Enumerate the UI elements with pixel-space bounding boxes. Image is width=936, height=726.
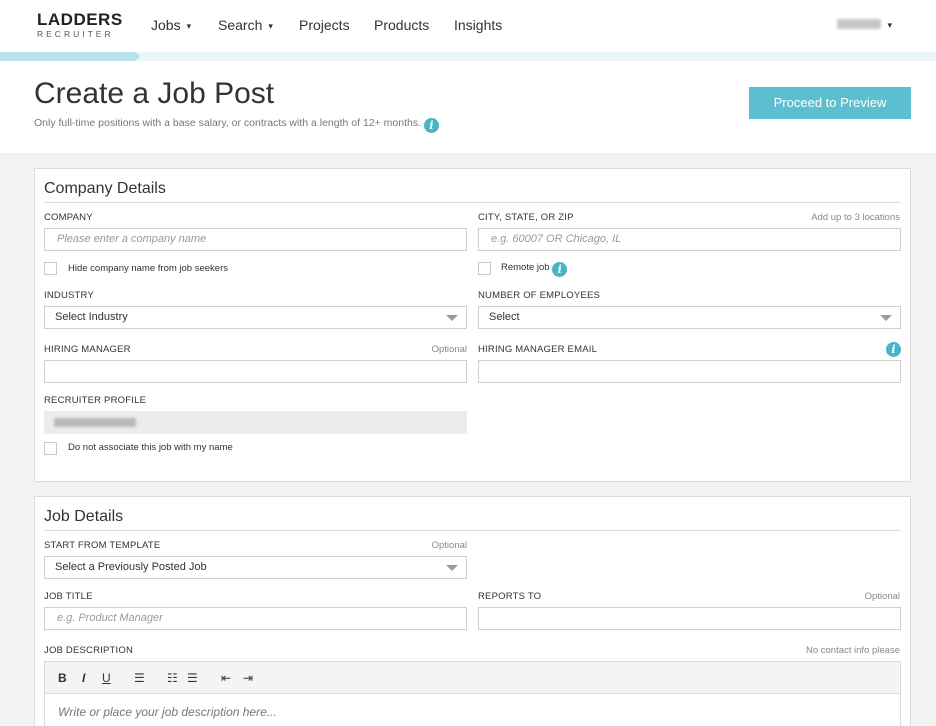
remote-job-checkbox[interactable]: [478, 262, 491, 275]
chevron-down-icon: ▾: [186, 21, 192, 31]
indent-button[interactable]: ⇥: [243, 671, 253, 685]
divider: [44, 202, 901, 203]
proceed-to-preview-button[interactable]: Proceed to Preview: [749, 87, 911, 119]
company-label: COMPANY: [44, 212, 93, 223]
chevron-down-icon: [446, 315, 458, 321]
info-icon[interactable]: i: [423, 118, 439, 133]
job-title-input[interactable]: e.g. Product Manager: [44, 607, 467, 630]
hide-company-label: Hide company name from job seekers: [68, 263, 228, 274]
info-icon[interactable]: i: [552, 262, 568, 277]
hiring-manager-email-input[interactable]: [478, 360, 901, 383]
company-details-title: Company Details: [44, 180, 166, 197]
location-hint: Add up to 3 locations: [811, 212, 900, 223]
user-name-redacted: [837, 19, 882, 29]
nav-item-jobs[interactable]: Jobs ▾: [151, 17, 191, 34]
location-input[interactable]: e.g. 60007 OR Chicago, IL: [478, 228, 901, 251]
logo-main: LADDERS: [37, 10, 123, 29]
recruiter-profile-label: RECRUITER PROFILE: [44, 395, 147, 406]
template-hint: Optional: [431, 540, 467, 551]
industry-select[interactable]: Select Industry: [44, 306, 467, 329]
progress-bar: [0, 52, 936, 61]
align-left-button[interactable]: ☰: [134, 671, 145, 685]
employees-select-value: Select: [489, 311, 520, 323]
template-label: START FROM TEMPLATE: [44, 540, 161, 551]
chevron-down-icon: [880, 315, 892, 321]
company-input[interactable]: Please enter a company name: [44, 228, 467, 251]
nav-item-search[interactable]: Search ▾: [218, 17, 273, 34]
job-title-label: JOB TITLE: [44, 591, 93, 602]
remote-job-row: Remote job i: [501, 262, 568, 277]
chevron-down-icon: [446, 565, 458, 571]
employees-select[interactable]: Select: [478, 306, 901, 329]
chevron-down-icon: ▾: [887, 20, 892, 30]
nav-item-insights[interactable]: Insights: [454, 17, 502, 33]
no-associate-checkbox[interactable]: [44, 442, 57, 455]
ordered-list-button[interactable]: ☷: [167, 671, 178, 685]
nav-item-products[interactable]: Products: [374, 17, 429, 33]
hiring-manager-hint: Optional: [431, 344, 467, 355]
industry-select-value: Select Industry: [55, 311, 128, 323]
bold-button[interactable]: B: [58, 671, 67, 685]
job-description-hint: No contact info please: [805, 645, 900, 656]
logo-sub: RECRUITER: [37, 29, 114, 39]
template-select-value: Select a Previously Posted Job: [55, 561, 207, 573]
company-details-card: Company Details COMPANY Please enter a c…: [34, 168, 911, 482]
recruiter-name-redacted: [54, 418, 136, 427]
template-select[interactable]: Select a Previously Posted Job: [44, 556, 467, 579]
divider: [44, 530, 901, 531]
page-subtitle: Only full-time positions with a base sal…: [34, 116, 439, 133]
job-description-label: JOB DESCRIPTION: [44, 645, 134, 656]
hiring-manager-label: HIRING MANAGER: [44, 344, 131, 355]
job-details-card: Job Details START FROM TEMPLATE Optional…: [34, 496, 911, 726]
page-header: Create a Job Post Only full-time positio…: [0, 61, 936, 153]
recruiter-profile-field: [44, 411, 467, 434]
reports-to-hint: Optional: [864, 591, 900, 602]
no-associate-label: Do not associate this job with my name: [68, 442, 233, 453]
employees-label: NUMBER OF EMPLOYEES: [478, 290, 601, 301]
nav-item-label: Search: [218, 17, 263, 33]
hiring-manager-input[interactable]: [44, 360, 467, 383]
outdent-button[interactable]: ⇤: [221, 671, 231, 685]
italic-button[interactable]: I: [82, 671, 85, 685]
editor-toolbar: B I U ☰ ☷ ☰ ⇤ ⇥: [44, 661, 901, 694]
page-title: Create a Job Post: [34, 77, 275, 110]
logo[interactable]: LADDERS RECRUITER: [37, 11, 123, 40]
industry-label: INDUSTRY: [44, 290, 94, 301]
page-subtitle-text: Only full-time positions with a base sal…: [34, 117, 422, 129]
remote-job-label: Remote job: [501, 262, 550, 273]
underline-button[interactable]: U: [102, 671, 111, 685]
unordered-list-button[interactable]: ☰: [187, 671, 198, 685]
chevron-down-icon: ▾: [268, 21, 273, 31]
info-icon[interactable]: i: [886, 342, 901, 357]
nav-item-label: Jobs: [151, 17, 181, 33]
reports-to-label: REPORTS TO: [478, 591, 542, 602]
reports-to-input[interactable]: [478, 607, 901, 630]
hide-company-checkbox[interactable]: [44, 262, 57, 275]
job-description-editor[interactable]: Write or place your job description here…: [44, 694, 901, 726]
job-details-title: Job Details: [44, 508, 124, 525]
location-label: CITY, STATE, OR ZIP: [478, 212, 574, 223]
hiring-manager-email-label: HIRING MANAGER EMAIL: [478, 344, 598, 355]
top-nav: LADDERS RECRUITER Jobs ▾ Search ▾ Projects…: [0, 0, 936, 52]
nav-item-projects[interactable]: Projects: [299, 17, 350, 33]
user-menu[interactable]: ▾: [837, 17, 892, 33]
progress-fill: [0, 52, 141, 61]
